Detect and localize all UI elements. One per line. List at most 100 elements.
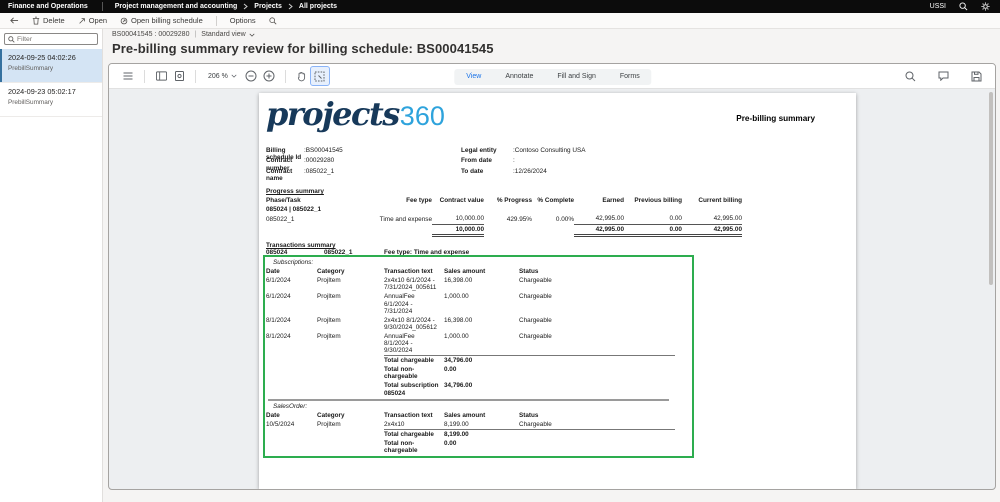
- save-icon[interactable]: [967, 67, 985, 85]
- page-title: Pre-billing summary review for billing s…: [112, 41, 494, 56]
- open-button[interactable]: Open: [78, 16, 107, 25]
- tab-fill-and-sign[interactable]: Fill and Sign: [557, 73, 596, 80]
- cell: ProjItem: [317, 316, 341, 324]
- app-title[interactable]: Finance and Operations: [8, 3, 88, 10]
- view-selector[interactable]: Standard view: [201, 31, 255, 38]
- column-header: % Progress: [496, 197, 532, 204]
- total-row: Total subscription 085024 34,796.00: [266, 381, 675, 397]
- tab-annotate[interactable]: Annotate: [505, 73, 533, 80]
- record-id: BS00041545 : 00029280: [112, 31, 190, 38]
- cell: AnnualFee 6/1/2024 - 7/31/2024: [384, 293, 415, 315]
- cell: ProjItem: [317, 420, 341, 428]
- settings-gear-icon[interactable]: [981, 2, 990, 11]
- cell: 34,796.00: [444, 355, 519, 366]
- list-item[interactable]: 2024-09-25 04:02:26 PrebillSummary: [0, 49, 102, 83]
- sidebar-toggle-icon[interactable]: [152, 67, 170, 85]
- cell: 6/1/2024: [266, 277, 291, 285]
- topbar-right: USSI: [930, 2, 990, 11]
- cell: Total subscription 085024: [384, 382, 439, 397]
- cell: 16,398.00: [444, 316, 473, 324]
- breadcrumb-item[interactable]: All projects: [299, 3, 337, 10]
- column-header: Previous billing: [634, 197, 682, 204]
- open-billing-schedule-button[interactable]: Open billing schedule: [120, 16, 203, 25]
- zoom-level-dropdown[interactable]: 206 %: [208, 73, 237, 80]
- column-header: Category: [317, 268, 345, 276]
- comment-icon[interactable]: [934, 67, 952, 85]
- cell: ProjItem: [317, 293, 341, 301]
- search-icon[interactable]: [269, 16, 277, 25]
- page-view-icon[interactable]: [170, 67, 188, 85]
- action-bar: Delete Open Open billing schedule Option…: [0, 13, 1000, 29]
- column-header: Transaction text: [384, 268, 433, 276]
- breadcrumb: Project management and accounting Projec…: [115, 3, 337, 10]
- column-header: Fee type: [406, 197, 432, 204]
- cell: 42,995.00: [574, 224, 624, 237]
- cell: ProjItem: [317, 332, 341, 340]
- viewer-scrollbar[interactable]: [989, 92, 993, 285]
- table-row: 6/1/2024 ProjItem 2x4x10 6/1/2024 - 7/31…: [266, 276, 675, 292]
- column-header: Current billing: [698, 197, 742, 204]
- cell: 0.00%: [555, 215, 574, 223]
- breadcrumb-item[interactable]: Project management and accounting: [115, 3, 238, 10]
- options-tab[interactable]: Options: [230, 16, 256, 25]
- viewer-tab-group: View Annotate Fill and Sign Forms: [454, 68, 652, 85]
- cell: 8,199.00: [444, 429, 519, 440]
- search-icon[interactable]: [901, 67, 919, 85]
- chevron-right-icon: [243, 3, 249, 10]
- column-header: Phase/Task: [266, 197, 301, 204]
- cell: 0.00: [444, 366, 457, 374]
- list-item[interactable]: 2024-09-23 05:02:17 PrebillSummary: [0, 83, 102, 117]
- search-icon: [8, 35, 15, 43]
- back-arrow-icon[interactable]: [9, 16, 19, 25]
- pdf-page: projects 360 Pre-billing summary Billing…: [259, 93, 856, 489]
- table-row: 10/5/2024 ProjItem 2x4x10 8,199.00 Charg…: [266, 420, 675, 430]
- table-row: 8/1/2024 ProjItem AnnualFee 8/1/2024 - 9…: [266, 332, 675, 356]
- cell: 10/5/2024: [266, 420, 295, 428]
- pdf-toolbar: 206 % View Annotate Fill and Sign Forms: [109, 64, 995, 89]
- cell: 8/1/2024: [266, 316, 291, 324]
- cell: 42,995.00: [682, 224, 742, 237]
- marquee-select-icon[interactable]: [309, 66, 330, 86]
- cell: 085024 | 085022_1: [266, 206, 322, 214]
- cell: Chargeable: [519, 420, 552, 428]
- column-header: Earned: [602, 197, 624, 204]
- cell: Chargeable: [519, 332, 552, 340]
- section-divider: [268, 398, 669, 401]
- cell: Total non-subscription 085024: [384, 455, 444, 456]
- column-header: Date: [266, 268, 280, 276]
- hand-tool-icon[interactable]: [293, 67, 311, 85]
- menu-icon[interactable]: [119, 67, 137, 85]
- column-header: % Complete: [537, 197, 574, 204]
- topbar-divider: [101, 2, 103, 11]
- breadcrumb-item[interactable]: Projects: [254, 3, 282, 10]
- zoom-in-icon[interactable]: [260, 67, 278, 85]
- progress-summary-heading: Progress summary: [266, 188, 324, 195]
- phase-group-row: 085024 | 085022_1: [266, 205, 742, 214]
- cell: 0.00: [624, 224, 682, 237]
- column-header: Sales amount: [444, 411, 486, 419]
- tab-view[interactable]: View: [466, 73, 481, 80]
- cell: 8/1/2024: [266, 332, 291, 340]
- cell: 42,995.00: [682, 214, 742, 225]
- open-billing-schedule-icon: [120, 17, 128, 25]
- delete-button[interactable]: Delete: [32, 16, 65, 25]
- document-fields-left: Billing schedule Id:BS00041545 Contract …: [266, 147, 343, 182]
- cell: Total non-chargeable: [384, 440, 418, 455]
- cell: Chargeable: [519, 277, 552, 285]
- subscriptions-label: Subscriptions:: [273, 259, 314, 266]
- total-row: Total non-subscription 085024 8,199.00: [266, 455, 675, 456]
- progress-summary-table: Phase/Task Fee type Contract value % Pro…: [266, 196, 742, 237]
- tab-forms[interactable]: Forms: [620, 73, 640, 80]
- cell: Total chargeable: [384, 355, 444, 366]
- table-header-row: Phase/Task Fee type Contract value % Pro…: [266, 196, 742, 205]
- total-row: Total non-chargeable 0.00: [266, 439, 675, 455]
- cell: 8,199.00: [444, 455, 519, 456]
- company-badge[interactable]: USSI: [930, 3, 946, 10]
- document-title: Pre-billing summary: [736, 114, 815, 123]
- zoom-out-icon[interactable]: [242, 67, 260, 85]
- search-icon[interactable]: [959, 2, 968, 11]
- cell: 10,000.00: [432, 214, 484, 225]
- table-row: 8/1/2024 ProjItem 2x4x10 8/1/2024 - 9/30…: [266, 316, 675, 332]
- column-header: Date: [266, 411, 280, 419]
- filter-input[interactable]: [17, 35, 94, 43]
